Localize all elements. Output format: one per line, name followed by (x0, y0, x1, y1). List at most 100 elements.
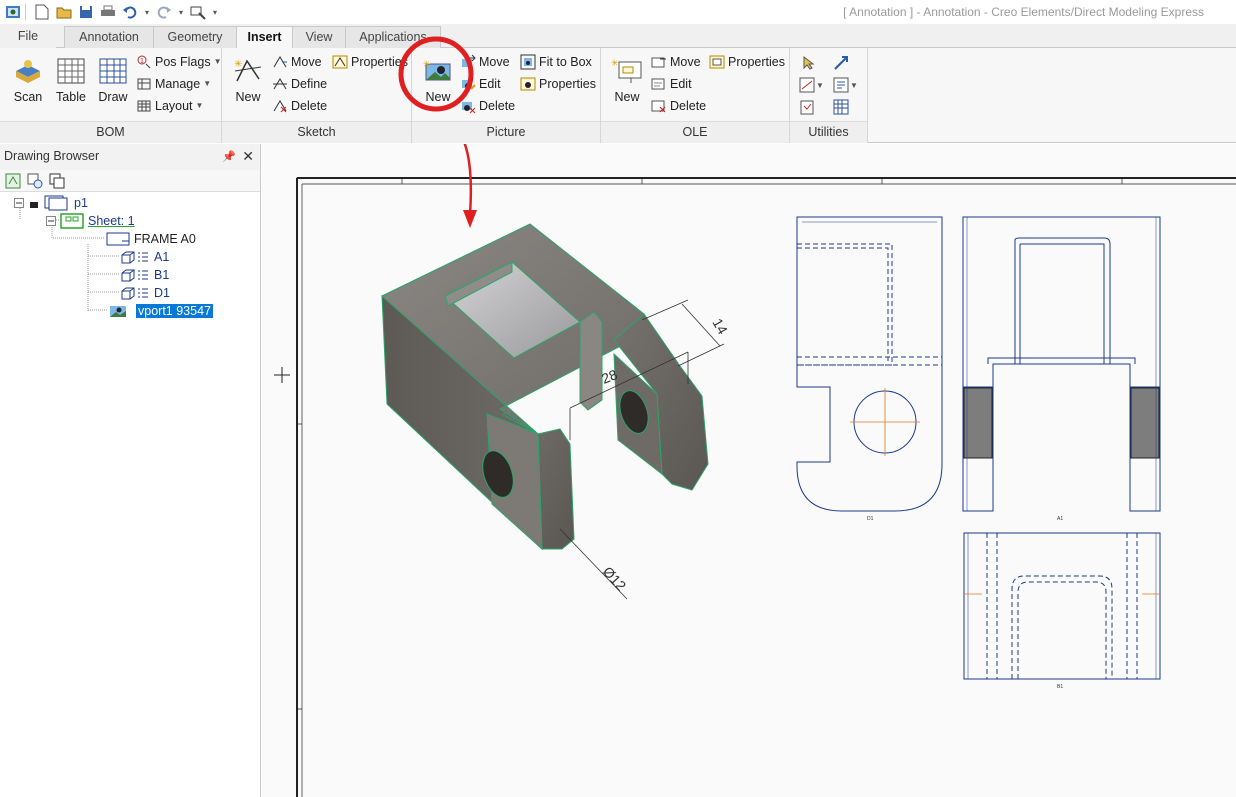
ole-move-button[interactable]: Move (651, 52, 701, 72)
ole-edit-label: Edit (670, 77, 692, 91)
chevron-down-icon: ▼ (213, 57, 222, 66)
define-icon (272, 76, 288, 92)
customize-tool-icon[interactable] (189, 3, 207, 21)
tree-view-icon[interactable] (4, 172, 22, 190)
undo-icon[interactable] (121, 3, 139, 21)
frame-icon (106, 232, 130, 246)
scan-button[interactable]: Scan (7, 56, 49, 108)
picture-group-label: Picture (412, 121, 600, 143)
view-icon (120, 268, 150, 282)
redo-icon[interactable] (155, 3, 173, 21)
open-folder-icon[interactable] (55, 3, 73, 21)
tree-node-vport[interactable]: vport1 93547 (108, 302, 213, 320)
tree-node-frame[interactable]: FRAME A0 (106, 230, 196, 248)
draw-button[interactable]: Draw (92, 56, 134, 108)
expand-minus-icon[interactable] (14, 198, 24, 208)
picture-delete-label: Delete (479, 99, 516, 113)
ribbon-tab-row: File Annotation Geometry Insert View App… (0, 24, 1236, 49)
sketch-define-button[interactable]: Define (272, 74, 327, 94)
svg-text:✳: ✳ (234, 59, 242, 70)
redo-dropdown-icon[interactable]: ▾ (177, 3, 185, 21)
edit-icon (651, 76, 667, 92)
ole-properties-button[interactable]: Properties (709, 52, 785, 72)
tab-insert[interactable]: Insert (236, 26, 293, 49)
tree-node-view-d1[interactable]: D1 (120, 284, 170, 302)
drawing-canvas[interactable]: 14 28 Ø12 D1 A1 B1 (262, 131, 1236, 797)
tree-label-view-a1: A1 (154, 250, 170, 264)
sheets-icon[interactable] (48, 172, 66, 190)
table-icon (55, 56, 87, 86)
tree-node-p1[interactable]: p1 (14, 194, 88, 212)
tree-label-view-d1: D1 (154, 286, 170, 300)
close-icon[interactable]: ✕ (242, 144, 254, 168)
tab-annotation[interactable]: Annotation (64, 26, 154, 48)
sketch-delete-button[interactable]: Delete (272, 96, 327, 116)
tree-node-sheet[interactable]: Sheet: 1 (46, 212, 135, 230)
dimension-label-dia12: Ø12 (600, 563, 630, 594)
picture-edit-label: Edit (479, 77, 501, 91)
picture-properties-button[interactable]: Properties (520, 74, 596, 94)
table-button[interactable]: Table (50, 56, 92, 108)
ole-edit-button[interactable]: Edit (651, 74, 692, 94)
drawing-browser-panel: Drawing Browser 📌 ✕ p1 Sheet: 1 FRAME A0… (0, 144, 261, 797)
pos-flags-label: Pos Flags (155, 55, 211, 69)
view-icon (120, 250, 150, 264)
select-arrow-icon[interactable] (800, 54, 818, 72)
tab-view[interactable]: View (292, 26, 346, 48)
picture-properties-label: Properties (539, 77, 596, 91)
sketch-new-label: New (235, 90, 261, 104)
ole-move-label: Move (670, 55, 701, 69)
svg-text:✳: ✳ (611, 58, 619, 68)
crosshair-cursor (274, 367, 290, 383)
drawing-sheet-svg: 14 28 Ø12 D1 A1 B1 (274, 131, 1236, 797)
layout-button[interactable]: Layout ▼ (136, 96, 203, 116)
transform-arrow-icon[interactable] (832, 54, 850, 72)
tab-geometry[interactable]: Geometry (153, 26, 237, 48)
customize-dropdown-icon[interactable]: ▾ (211, 3, 219, 21)
chevron-down-icon[interactable]: ▼ (816, 76, 824, 94)
tree-label-view-b1: B1 (154, 268, 170, 282)
fit-to-box-button[interactable]: Fit to Box (520, 52, 592, 72)
isometric-part-image: 14 28 Ø12 (381, 223, 731, 600)
pos-flags-button[interactable]: 1 Pos Flags ▼ (136, 52, 222, 72)
chevron-down-icon: ▼ (203, 79, 212, 88)
delete-icon (272, 98, 288, 114)
pin-icon[interactable]: 📌 (222, 145, 236, 169)
filter-icon[interactable] (26, 172, 44, 190)
app-icon[interactable] (4, 3, 22, 21)
sketch-delete-label: Delete (291, 99, 328, 113)
chevron-down-icon[interactable]: ▼ (850, 76, 858, 94)
info-window-icon[interactable] (832, 76, 850, 94)
fit-to-box-icon (520, 54, 536, 70)
ole-group-label: OLE (601, 121, 789, 143)
grid-settings-icon[interactable] (832, 98, 850, 116)
move-icon (651, 54, 667, 70)
sketch-move-button[interactable]: Move (272, 52, 322, 72)
properties-icon (520, 76, 536, 92)
save-icon[interactable] (77, 3, 95, 21)
ole-new-button[interactable]: ✳ New (606, 56, 648, 108)
tree-label-sheet: Sheet: 1 (88, 214, 135, 228)
undo-dropdown-icon[interactable]: ▾ (143, 3, 151, 21)
new-file-icon[interactable] (33, 3, 51, 21)
view-b1: B1 (963, 532, 1161, 690)
tree-node-view-b1[interactable]: B1 (120, 266, 169, 284)
tab-file[interactable]: File (0, 26, 56, 48)
sketch-properties-button[interactable]: Properties (332, 52, 408, 72)
tree-node-view-a1[interactable]: A1 (120, 248, 169, 266)
highlight-circle (398, 36, 474, 112)
sketch-new-button[interactable]: ✳ New (227, 56, 269, 108)
view-a1: A1 (962, 216, 1161, 522)
layout-label: Layout (155, 99, 193, 113)
ole-new-icon: ✳ (611, 56, 643, 86)
ole-delete-button[interactable]: Delete (651, 96, 706, 116)
clipboard-icon[interactable] (798, 98, 816, 116)
bom-group-label: BOM (0, 121, 221, 143)
expand-minus-icon[interactable] (46, 216, 56, 226)
print-icon[interactable] (99, 3, 117, 21)
fit-to-box-label: Fit to Box (539, 55, 592, 69)
ole-new-label: New (614, 90, 640, 104)
measure-icon[interactable] (798, 76, 816, 94)
manage-button[interactable]: Manage ▼ (136, 74, 211, 94)
tree-label-frame: FRAME A0 (134, 232, 196, 246)
